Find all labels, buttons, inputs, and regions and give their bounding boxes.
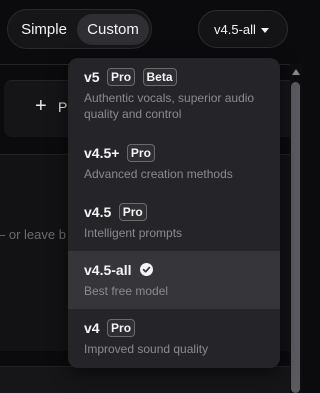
model-name: v4.5+ [84, 145, 120, 161]
model-name: v5 [84, 69, 100, 85]
beta-badge: Beta [142, 68, 177, 86]
model-select-button[interactable]: v4.5-all [198, 10, 288, 48]
check-circle-icon [139, 263, 153, 277]
scroll-up-arrow-icon[interactable] [292, 69, 300, 75]
bottom-panel [0, 366, 296, 393]
caret-down-icon [261, 28, 269, 33]
model-name: v4.5-all [84, 261, 132, 278]
app-root: Simple Custom v4.5-all + P – or leave b … [0, 0, 319, 393]
model-description: Improved sound quality [84, 342, 209, 356]
model-description: Authentic vocals, superior audio quality… [84, 91, 255, 121]
model-description: Best free model [84, 284, 169, 298]
model-menu-item-v4-5-all[interactable]: v4.5-all Best free model [68, 251, 280, 309]
pro-badge: Pro [118, 203, 147, 221]
model-menu-item-v5[interactable]: v5 Pro Beta Authentic vocals, superior a… [68, 58, 280, 121]
model-name: v4 [84, 320, 100, 336]
model-menu-item-v4-5-plus[interactable]: v4.5+ Pro Advanced creation methods [68, 134, 280, 192]
model-menu-item-v4[interactable]: v4 Pro Improved sound quality [68, 309, 280, 367]
model-menu-item-v4-5[interactable]: v4.5 Pro Intelligent prompts [68, 193, 280, 251]
model-menu: v5 Pro Beta Authentic vocals, superior a… [68, 58, 280, 368]
scrollbar-thumb[interactable] [291, 82, 300, 393]
pro-badge: Pro [107, 319, 136, 337]
mode-toggle: Simple Custom [7, 9, 152, 49]
mode-simple-button[interactable]: Simple [14, 14, 74, 45]
pro-badge: Pro [107, 68, 136, 86]
model-select-label: v4.5-all [214, 22, 256, 37]
model-name: v4.5 [84, 204, 112, 220]
add-button-label-fragment[interactable]: P [58, 99, 67, 115]
pro-badge: Pro [126, 144, 155, 162]
mode-custom-button[interactable]: Custom [77, 14, 149, 45]
lyrics-hint: – or leave b [0, 227, 66, 242]
model-description: Intelligent prompts [84, 226, 183, 240]
model-description: Advanced creation methods [84, 167, 233, 181]
plus-icon[interactable]: + [35, 96, 47, 116]
